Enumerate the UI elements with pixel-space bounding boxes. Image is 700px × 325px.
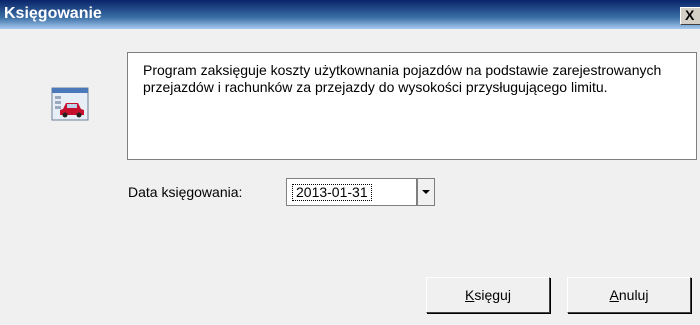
window-title: Księgowanie xyxy=(4,5,102,22)
date-value[interactable]: 2013-01-31 xyxy=(292,184,372,201)
ksieguj-button[interactable]: Księguj xyxy=(426,277,550,313)
anuluj-label: nuluj xyxy=(618,287,649,303)
calculator-car-icon xyxy=(51,87,91,123)
title-bar[interactable]: Księgowanie X xyxy=(0,0,700,29)
date-label: Data księgowania: xyxy=(128,184,243,200)
close-icon: X xyxy=(685,7,695,23)
description-text: Program zaksięguje koszty użytkownania p… xyxy=(143,62,662,95)
chevron-down-icon xyxy=(422,190,430,194)
anuluj-mnemonic: A xyxy=(609,287,619,303)
date-dropdown-button[interactable] xyxy=(417,178,435,206)
close-button[interactable]: X xyxy=(680,7,700,25)
anuluj-button[interactable]: Anuluj xyxy=(567,277,691,313)
date-input[interactable]: 2013-01-31 xyxy=(286,178,417,206)
description-box: Program zaksięguje koszty użytkownania p… xyxy=(127,52,697,160)
ksieguj-label: sięguj xyxy=(474,287,511,303)
ksieguj-mnemonic: K xyxy=(465,287,475,303)
ksiegowanie-dialog: Księgowanie X Program zaksięguje koszty … xyxy=(0,0,700,325)
